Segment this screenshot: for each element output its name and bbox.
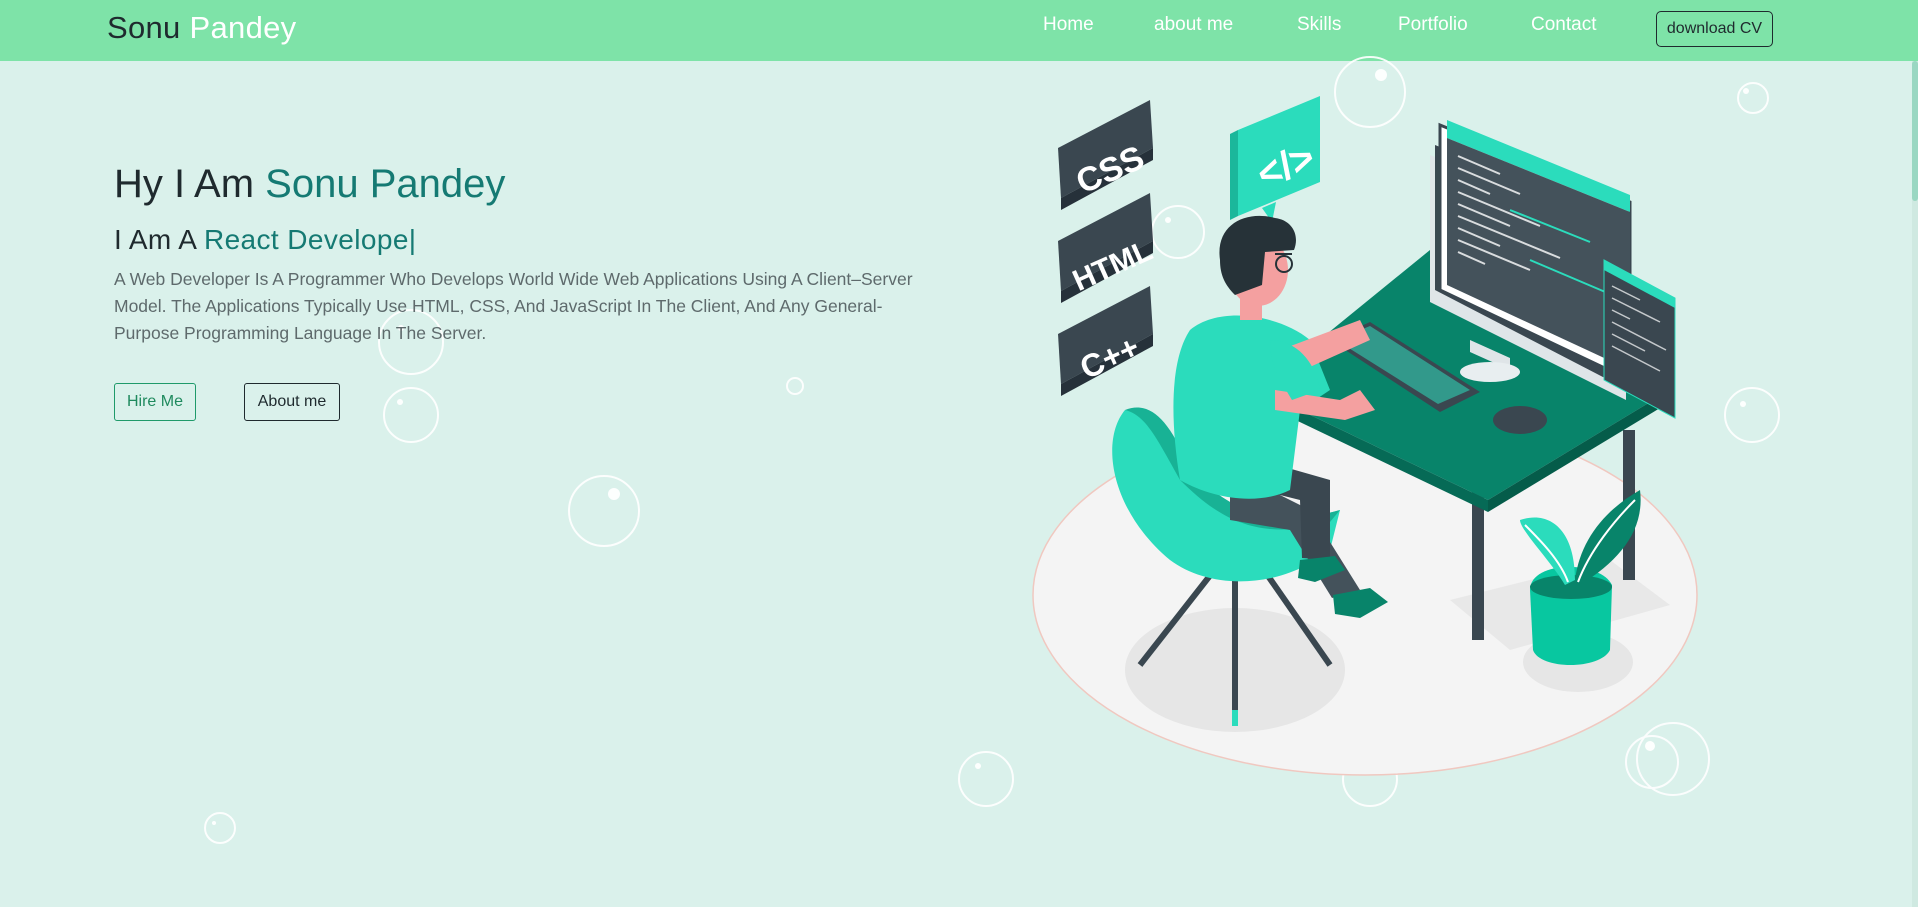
scrollbar-thumb[interactable] <box>1912 61 1918 201</box>
html-badge: HTML <box>1058 193 1157 303</box>
role-typing-text: React Develope| <box>203 224 417 255</box>
page-scrollbar[interactable] <box>1912 61 1918 907</box>
hero-name: Sonu Pandey <box>265 162 506 206</box>
hero-description: A Web Developer Is A Programmer Who Deve… <box>114 269 913 343</box>
hero-subtitle: I Am A React Develope| <box>114 224 416 256</box>
css-badge: CSS <box>1058 100 1153 210</box>
cpp-badge: C++ <box>1058 286 1153 396</box>
hero-greeting: Hy I Am <box>114 162 255 206</box>
about-me-button[interactable]: About me <box>244 383 340 421</box>
hero-title: Hy I Am Sonu Pandey <box>114 162 505 207</box>
code-bubble-icon: </> <box>1230 96 1321 222</box>
role-prefix: I Am A <box>114 224 196 255</box>
developer-illustration: CSS HTML C++ </> <box>1032 96 1698 776</box>
mouse <box>1493 406 1547 434</box>
hire-me-button[interactable]: Hire Me <box>114 383 196 421</box>
